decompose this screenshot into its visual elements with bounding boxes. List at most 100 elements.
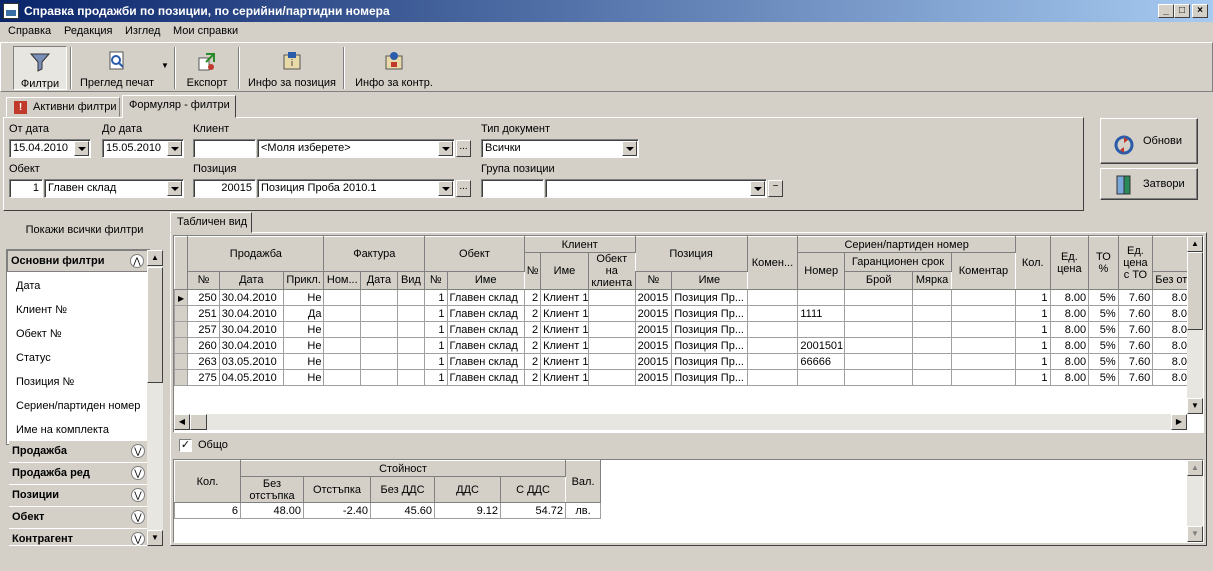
header-to-pct[interactable]: ТО % [1088, 236, 1119, 290]
filter-item[interactable]: Статус [16, 352, 51, 364]
scroll-down-arrow-icon[interactable]: ▼ [147, 530, 163, 546]
scroll-up-arrow-icon[interactable]: ▲ [147, 250, 163, 266]
table-row[interactable]: 260 30.04.2010 Не 1 Главен склад 2 Клиент 1 200… [174, 337, 1190, 354]
header-warranty[interactable]: Гаранционен срок [844, 252, 952, 272]
show-all-filters-button[interactable]: Покажи всички филтри [3, 213, 166, 247]
client-browse-button[interactable]: ... [456, 140, 471, 157]
print-preview-button[interactable]: Преглед печат [75, 46, 159, 90]
header-qty[interactable]: Кол. [1014, 236, 1051, 290]
chevron-up-icon[interactable]: ⋀ [130, 254, 144, 268]
tab-active-filters[interactable]: ! Активни филтри [6, 97, 120, 117]
scroll-down-arrow-icon[interactable]: ▼ [1187, 526, 1203, 542]
position-code-field[interactable]: 20015 [193, 179, 256, 198]
client-select[interactable]: <Моля изберете> [257, 139, 455, 158]
close-button[interactable]: Затвори [1100, 168, 1198, 200]
filters-button[interactable]: Филтри [13, 46, 67, 90]
header-object-name[interactable]: Име [446, 270, 525, 290]
header-object-no[interactable]: № [424, 270, 448, 290]
doc-type-select[interactable]: Всички [481, 139, 639, 158]
group-sale-row[interactable]: Продажба ред ⋁ [9, 463, 149, 485]
header-serial-comment[interactable]: Коментар [950, 252, 1016, 290]
chevron-down-icon[interactable]: ⋁ [131, 510, 145, 524]
header-comment[interactable]: Комен... [746, 236, 799, 290]
filter-item[interactable]: Дата [16, 280, 40, 292]
tab-table-view[interactable]: Табличен вид [170, 212, 252, 233]
totals-header-vat[interactable]: ДДС [434, 476, 501, 503]
chevron-down-icon[interactable] [438, 181, 453, 196]
group-object[interactable]: Обект ⋁ [9, 507, 149, 529]
position-group-code-field[interactable] [481, 179, 544, 198]
refresh-button[interactable]: Обнови [1100, 118, 1198, 164]
position-group-clear-button[interactable]: − [768, 180, 783, 197]
totals-header-without-discount[interactable]: Без отстъпка [240, 476, 304, 503]
scroll-right-arrow-icon[interactable]: ▶ [1171, 414, 1187, 430]
totals-row[interactable]: 6 48.00 -2.40 45.60 9.12 54.72 лв. [174, 502, 602, 519]
totals-checkbox[interactable]: ✓ [179, 439, 192, 452]
chevron-down-icon[interactable] [438, 141, 453, 156]
group-contractor[interactable]: Контрагент ⋁ [9, 529, 149, 546]
scroll-thumb[interactable] [1187, 252, 1203, 330]
header-position-no[interactable]: № [634, 270, 673, 290]
chevron-down-icon[interactable] [167, 141, 182, 156]
chevron-down-icon[interactable] [622, 141, 637, 156]
to-date-field[interactable]: 15.05.2010 [102, 139, 184, 158]
header-sale-date[interactable]: Дата [218, 270, 284, 290]
filter-item[interactable]: Сериен/партиден номер [16, 400, 140, 412]
header-warranty-measure[interactable]: Мярка [912, 270, 952, 290]
header-serial[interactable]: Сериен/партиден номер [797, 236, 1016, 253]
menu-view[interactable]: Изглед [125, 25, 160, 37]
menu-report[interactable]: Справка [8, 25, 51, 37]
minimize-button[interactable]: _ [1158, 4, 1174, 18]
info-contractor-button[interactable]: Инфо за контр. [351, 46, 437, 90]
scroll-up-arrow-icon[interactable]: ▲ [1187, 460, 1203, 476]
group-sale[interactable]: Продажба ⋁ [9, 441, 149, 463]
header-sale-no[interactable]: № [187, 270, 220, 290]
table-row[interactable]: ▶ 250 30.04.2010 Не 1 Главен склад 2 Клиент 1 20… [174, 289, 1190, 306]
chevron-down-icon[interactable]: ⋁ [131, 444, 145, 458]
scroll-up-arrow-icon[interactable]: ▲ [1187, 236, 1203, 252]
chevron-down-icon[interactable]: ⋁ [131, 488, 145, 502]
chevron-down-icon[interactable] [74, 141, 89, 156]
totals-header-without-vat[interactable]: Без ДДС [370, 476, 435, 503]
header-invoice[interactable]: Фактура [323, 236, 426, 272]
group-positions[interactable]: Позиции ⋁ [9, 485, 149, 507]
chevron-down-icon[interactable]: ⋁ [131, 466, 145, 480]
table-row[interactable]: 257 30.04.2010 Не 1 Главен склад 2 Клиент 1 200… [174, 321, 1190, 338]
position-select[interactable]: Позиция Проба 2010.1 [257, 179, 455, 198]
header-client-name[interactable]: Име [540, 252, 589, 290]
header-serial-no[interactable]: Номер [797, 252, 846, 290]
header-invoice-type[interactable]: Вид [396, 270, 426, 290]
grid-vscrollbar[interactable]: ▲ ▼ [1187, 236, 1203, 414]
header-warranty-count[interactable]: Брой [844, 270, 914, 290]
tab-form-filters[interactable]: Формуляр - филтри [122, 95, 236, 118]
header-sale[interactable]: Продажба [187, 236, 325, 272]
chevron-down-icon[interactable] [750, 181, 765, 196]
filter-item[interactable]: Позиция № [16, 376, 74, 388]
header-position-name[interactable]: Име [671, 270, 748, 290]
close-window-button[interactable]: × [1192, 4, 1208, 18]
from-date-field[interactable]: 15.04.2010 [9, 139, 91, 158]
client-code-field[interactable] [193, 139, 256, 158]
position-browse-button[interactable]: ... [456, 180, 471, 197]
filters-scrollbar[interactable]: ▲ ▼ [147, 250, 163, 546]
scroll-thumb[interactable] [190, 414, 207, 430]
menu-edit[interactable]: Редакция [64, 25, 112, 37]
filter-item[interactable]: Обект № [16, 328, 62, 340]
totals-header-with-vat[interactable]: С ДДС [499, 476, 567, 503]
table-row[interactable]: 263 03.05.2010 Не 1 Главен склад 2 Клиент 1 200… [174, 353, 1190, 370]
header-object[interactable]: Обект [424, 236, 525, 272]
header-invoice-no[interactable]: Ном... [323, 270, 362, 290]
totals-header-qty[interactable]: Кол. [174, 460, 241, 503]
menu-my-reports[interactable]: Мои справки [173, 25, 238, 37]
scroll-left-arrow-icon[interactable]: ◀ [174, 414, 190, 430]
totals-header-discount[interactable]: Отстъпка [303, 476, 371, 503]
maximize-button[interactable]: □ [1174, 4, 1190, 18]
group-basic-filters[interactable]: Основни филтри ⋀ [7, 250, 149, 272]
header-unit-price[interactable]: Ед. цена [1049, 236, 1090, 290]
grid-hscrollbar[interactable]: ◀ ▶ [174, 414, 1187, 430]
table-row[interactable]: 275 04.05.2010 Не 1 Главен склад 2 Клиент 1 200… [174, 369, 1190, 386]
header-position[interactable]: Позиция [634, 236, 748, 272]
header-unit-price-to[interactable]: Ед. цена с ТО [1117, 236, 1154, 290]
object-code-field[interactable]: 1 [9, 179, 43, 198]
filter-item[interactable]: Име на комплекта [16, 424, 109, 436]
